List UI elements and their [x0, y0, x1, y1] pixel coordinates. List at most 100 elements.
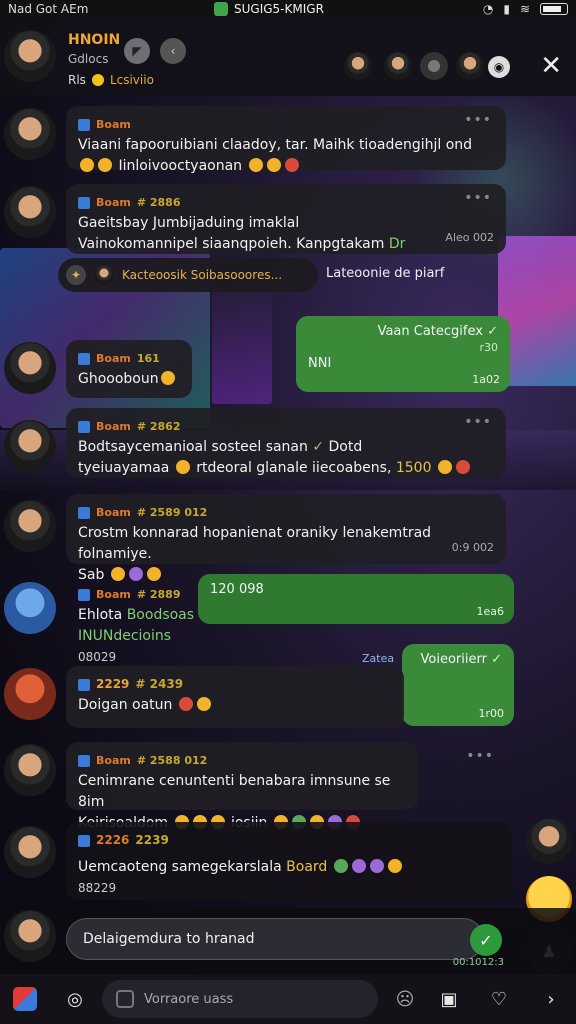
- gif-icon[interactable]: ▣: [436, 986, 462, 1012]
- badge-icon: [78, 420, 90, 433]
- pinned-message[interactable]: ✦ Kacteoosik Soibasooores...: [58, 258, 318, 292]
- participant-avatar-3[interactable]: [420, 52, 448, 80]
- message-bubble[interactable]: Boam # 2588 012 ••• Cenimrane cenuntenti …: [66, 742, 493, 831]
- participant-avatar-1[interactable]: [344, 52, 372, 80]
- message-avatar[interactable]: [4, 420, 56, 472]
- outgoing-bubble[interactable]: Voieoriierr ✓ 1r00: [402, 644, 514, 726]
- chat-bubble-icon[interactable]: ◎: [62, 986, 88, 1012]
- outgoing-label: Zatea: [362, 652, 395, 665]
- participant-avatar-2[interactable]: [384, 52, 412, 80]
- smiley-icon: [91, 74, 104, 86]
- message-avatar[interactable]: [4, 186, 56, 238]
- badge-icon: [78, 754, 90, 767]
- more-icon[interactable]: ›: [538, 986, 564, 1012]
- message-avatar[interactable]: [4, 582, 56, 634]
- outgoing-header: 120 098: [210, 582, 264, 597]
- message-text: Crostm konnarad hopanienat oraniky lenak…: [78, 525, 432, 562]
- check-icon: ✓: [491, 652, 502, 667]
- app-icon[interactable]: [12, 986, 38, 1012]
- bottom-search[interactable]: Vorraore uass: [102, 980, 378, 1018]
- message-sender: Boam # 2862: [78, 416, 494, 437]
- message-bubble[interactable]: 2229 # 2439 Doigan oatun: [66, 666, 404, 728]
- message-avatar[interactable]: [4, 500, 56, 552]
- message-bubble[interactable]: 2226 2239 Uemcaoteng samegekarslala Board…: [66, 822, 512, 900]
- message-menu-icon[interactable]: •••: [464, 412, 492, 433]
- message-bubble[interactable]: Boam # 2589 012 Crostm konnarad hopaniena…: [66, 494, 506, 583]
- emoji-icon: [455, 460, 470, 474]
- sticker-icon[interactable]: ☹: [392, 986, 418, 1012]
- status-center: SUGIG5-KMIGR: [214, 2, 324, 16]
- alarm-icon: ◔: [482, 2, 494, 16]
- outgoing-bubble[interactable]: 120 098 1ea6: [198, 574, 514, 624]
- outgoing-line: NNI: [308, 356, 332, 371]
- side-avatar-button[interactable]: [526, 818, 572, 864]
- message-text: Bodtsaycemanioal sosteel sanan ✓ Dotd: [78, 439, 363, 455]
- badge-icon: [78, 352, 90, 365]
- emoji-icon: [387, 859, 402, 873]
- message-bubble[interactable]: Boam # 2886 ••• Gaeitsbay Jumbijaduing im…: [66, 184, 506, 254]
- emoji-icon: [80, 158, 94, 172]
- status-left-text: Nad Got AEm: [8, 2, 89, 16]
- chat-status-activity: Lcsiviio: [109, 73, 154, 87]
- message-text-line-2: tyeiuayamaa rtdeoral glanale iiecoabens,…: [78, 458, 494, 479]
- message-menu-icon[interactable]: •••: [464, 188, 492, 209]
- emoji-icon: [160, 371, 175, 385]
- message-sender: Boam 161: [78, 348, 180, 369]
- message-menu-icon[interactable]: •••: [464, 110, 492, 131]
- message-sender: Boam # 2589 012: [78, 502, 494, 523]
- message-avatar[interactable]: [4, 342, 56, 394]
- app-indicator-icon: [214, 2, 228, 16]
- message-avatar[interactable]: [4, 108, 56, 160]
- chat-avatar[interactable]: [4, 30, 56, 82]
- status-bar: Nad Got AEm SUGIG5-KMIGR ◔ ▮ ≋: [0, 0, 576, 18]
- outgoing-bubble[interactable]: Vaan Catecgifex ✓ r30 NNI 1a02: [296, 316, 510, 392]
- share-icon[interactable]: ‹: [160, 38, 186, 64]
- my-avatar[interactable]: [4, 910, 56, 962]
- wifi-icon: ≋: [519, 2, 530, 16]
- badge-icon: [78, 506, 90, 519]
- bottom-bar: ◎ Vorraore uass ☹ ▣ ♡ ›: [0, 974, 576, 1024]
- outgoing-extra: r30: [479, 341, 498, 354]
- chat-status: Rls Lcsiviio: [68, 73, 154, 87]
- message-bubble[interactable]: Boam 161 Ghoooboun: [66, 340, 192, 398]
- mute-icon[interactable]: ◤: [124, 38, 150, 64]
- message-avatar[interactable]: [4, 826, 56, 878]
- message-sender: Boam # 2886: [78, 192, 494, 213]
- message-text: Uemcaoteng samegekarslala Board: [78, 857, 500, 878]
- outgoing-time: 1r00: [478, 707, 504, 720]
- outgoing-time: 1ea6: [476, 605, 504, 618]
- message-text: Gaeitsbay Jumbijaduing imaklal: [78, 215, 300, 231]
- message-sender: Boam # 2588 012: [78, 750, 406, 771]
- participant-avatar-4[interactable]: [456, 52, 484, 80]
- search-placeholder: Vorraore uass: [144, 991, 234, 1007]
- heart-icon[interactable]: ♡: [486, 986, 512, 1012]
- message-avatar[interactable]: [4, 668, 56, 720]
- app-logo-icon: [13, 987, 37, 1011]
- emoji-icon: [351, 859, 366, 873]
- message-sender: Boam: [78, 114, 494, 135]
- battery-icon: [540, 3, 568, 15]
- pinned-text: Kacteoosik Soibasooores...: [122, 268, 283, 282]
- video-call-icon[interactable]: ◉: [488, 56, 510, 78]
- status-center-text: SUGIG5-KMIGR: [234, 2, 324, 16]
- message-bubble[interactable]: Boam # 2862 ••• Bodtsaycemanioal sosteel …: [66, 408, 506, 478]
- badge-icon: [78, 588, 90, 601]
- emoji-icon: [284, 158, 299, 172]
- badge-icon: [78, 196, 90, 209]
- composer-row: Delaigemdura to hranad ✓ 00:1012:3: [0, 908, 576, 974]
- outgoing-header: Vaan Catecgifex ✓: [377, 324, 498, 339]
- message-time: 0:9 002: [451, 541, 494, 554]
- send-icon[interactable]: ✓: [470, 924, 502, 956]
- message-text: Doigan oatun: [78, 695, 392, 716]
- chat-title[interactable]: HNOIN: [68, 32, 120, 48]
- message-bubble[interactable]: Boam ••• Viaani fapooruibiani claadoy, t…: [66, 106, 506, 174]
- emoji-icon: [178, 697, 193, 711]
- message-avatar[interactable]: [4, 744, 56, 796]
- search-box-icon: [116, 990, 134, 1008]
- close-icon[interactable]: ✕: [540, 52, 562, 80]
- message-sub: 88229: [78, 881, 117, 895]
- message-menu-icon[interactable]: •••: [466, 746, 494, 767]
- chat-subtitle: Gdlocs: [68, 52, 109, 66]
- message-input[interactable]: Delaigemdura to hranad: [66, 918, 484, 960]
- emoji-icon: [369, 859, 384, 873]
